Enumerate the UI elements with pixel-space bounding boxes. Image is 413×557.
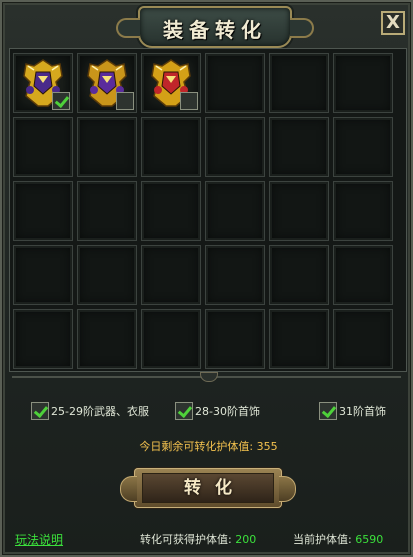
- inventory-slot[interactable]: [269, 181, 329, 241]
- inventory-slot[interactable]: [77, 181, 137, 241]
- option-label: 25-29阶武器、衣服: [51, 405, 149, 418]
- title-ornament-left: [116, 18, 140, 38]
- inventory-slot[interactable]: [13, 245, 73, 305]
- equipment-convert-window: 装备转化 X 25-29阶武器、衣服 28-30阶首饰 31阶首饰 今日剩余可转…: [0, 0, 413, 557]
- window-title: 装备转化: [163, 18, 267, 42]
- item-select-checkbox[interactable]: [116, 92, 134, 110]
- button-ornament-right: [279, 476, 296, 502]
- inventory-slot[interactable]: [141, 181, 201, 241]
- inventory-slot[interactable]: [333, 245, 393, 305]
- convert-button-frame: 转化: [120, 468, 296, 508]
- inventory-slot[interactable]: [333, 117, 393, 177]
- inventory-slot[interactable]: [269, 309, 329, 369]
- obtainable-label: 转化可获得护体值:: [140, 533, 236, 546]
- inventory-slot-golden-armor-purple[interactable]: [77, 53, 137, 113]
- inventory-slot[interactable]: [269, 245, 329, 305]
- inventory-slot[interactable]: [205, 309, 265, 369]
- inventory-slot[interactable]: [205, 117, 265, 177]
- close-button[interactable]: X: [381, 11, 405, 35]
- checkbox[interactable]: [175, 402, 193, 420]
- inventory-slot[interactable]: [205, 245, 265, 305]
- inventory-slot[interactable]: [77, 245, 137, 305]
- inventory-slot[interactable]: [77, 309, 137, 369]
- inventory-slot[interactable]: [13, 181, 73, 241]
- inventory-slot[interactable]: [205, 53, 265, 113]
- option-label: 28-30阶首饰: [195, 405, 260, 418]
- option-label: 31阶首饰: [339, 405, 386, 418]
- convert-button[interactable]: 转化: [142, 473, 274, 503]
- remaining-protection-text: 今日剩余可转化护体值: 355: [139, 440, 278, 453]
- inventory-grid: [13, 53, 393, 369]
- inventory-slot[interactable]: [141, 117, 201, 177]
- inventory-slot[interactable]: [333, 181, 393, 241]
- inventory-slot[interactable]: [333, 309, 393, 369]
- inventory-slot[interactable]: [13, 309, 73, 369]
- obtainable-protection: 转化可获得护体值: 200: [140, 531, 256, 547]
- checkbox[interactable]: [31, 402, 49, 420]
- item-select-checkbox[interactable]: [180, 92, 198, 110]
- inventory-slot[interactable]: [141, 309, 201, 369]
- inventory-slot[interactable]: [333, 53, 393, 113]
- inventory-slot[interactable]: [269, 53, 329, 113]
- option-weapons-clothes[interactable]: 25-29阶武器、衣服: [31, 401, 149, 421]
- current-value: 6590: [355, 533, 384, 546]
- help-link[interactable]: 玩法说明: [15, 531, 63, 548]
- current-protection: 当前护体值: 6590: [293, 531, 383, 547]
- obtainable-value: 200: [235, 533, 257, 546]
- divider-ornament: [200, 372, 218, 382]
- option-jewelry-31[interactable]: 31阶首饰: [319, 401, 386, 421]
- item-select-checkbox[interactable]: [52, 92, 70, 110]
- inventory-slot-golden-armor[interactable]: [13, 53, 73, 113]
- inventory-slot[interactable]: [13, 117, 73, 177]
- inventory-slot[interactable]: [77, 117, 137, 177]
- inventory-slot[interactable]: [205, 181, 265, 241]
- option-jewelry-28-30[interactable]: 28-30阶首饰: [175, 401, 260, 421]
- title-plate: 装备转化: [116, 6, 314, 48]
- inventory-slot[interactable]: [269, 117, 329, 177]
- checkbox[interactable]: [319, 402, 337, 420]
- inventory-grid-frame: [9, 48, 407, 372]
- title-ornament-right: [290, 18, 314, 38]
- button-ornament-left: [120, 476, 137, 502]
- inventory-slot[interactable]: [141, 245, 201, 305]
- current-label: 当前护体值:: [293, 533, 356, 546]
- inventory-slot-red-gold-armor[interactable]: [141, 53, 201, 113]
